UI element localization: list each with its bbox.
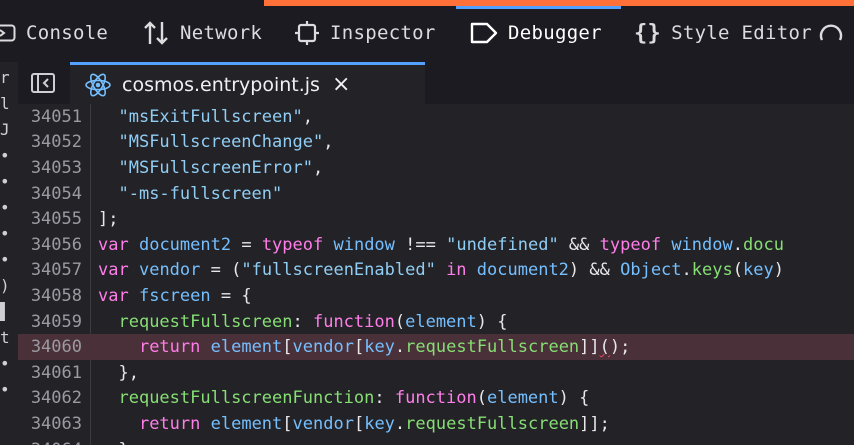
code-line[interactable]: 34052 "MSFullscreenChange",	[18, 130, 854, 156]
clipped-source-glyph: •	[0, 146, 10, 165]
tab-inspector[interactable]: Inspector	[294, 14, 436, 52]
clipped-source-glyph: t	[0, 328, 10, 347]
line-number[interactable]: 34055	[18, 209, 82, 229]
tab-network-label: Network	[180, 22, 263, 44]
clipped-source-glyph: •	[0, 224, 10, 243]
clipped-source-glyph: r	[0, 68, 10, 87]
code-text: "MSFullscreenChange",	[118, 132, 334, 153]
toggle-sidebar-icon[interactable]	[30, 71, 56, 95]
code-text: requestFullscreen: function(element) {	[118, 311, 508, 332]
clipped-source-glyph: •	[0, 198, 10, 217]
line-number[interactable]: 34054	[18, 184, 82, 204]
tab-overflow[interactable]	[818, 14, 844, 52]
line-number[interactable]: 34061	[18, 363, 82, 383]
code-text: },	[98, 440, 138, 445]
console-icon	[0, 22, 16, 44]
code-text: var document2 = typeof window !== "undef…	[98, 234, 784, 255]
line-number[interactable]: 34063	[18, 414, 82, 434]
code-line[interactable]: 34054 "-ms-fullscreen"	[18, 181, 854, 207]
network-icon	[142, 19, 170, 47]
tab-style-editor-label: Style Editor	[671, 22, 812, 44]
clipped-source-glyph: )	[0, 276, 10, 295]
tab-console[interactable]: Console	[0, 14, 108, 52]
sources-pane-clipped: r l J • • • • •) ▌ t • •	[0, 62, 19, 445]
tab-network[interactable]: Network	[142, 14, 262, 52]
line-number[interactable]: 34064	[18, 440, 82, 445]
clipped-source-glyph: •	[0, 380, 10, 399]
line-number[interactable]: 34052	[18, 132, 82, 152]
inspector-icon	[294, 20, 320, 46]
code-line[interactable]: 34055];	[18, 206, 854, 232]
code-text: requestFullscreenFunction: function(elem…	[118, 388, 590, 409]
devtools-toolbar: Console Network Inspector Debugger {} St…	[0, 0, 854, 63]
line-number[interactable]: 34062	[18, 388, 82, 408]
devtools-window: Console Network Inspector Debugger {} St…	[0, 0, 854, 445]
code-line[interactable]: 34061 },	[18, 360, 854, 386]
code-line[interactable]: 34062 requestFullscreenFunction: functio…	[18, 386, 854, 412]
code-text: var vendor = ("fullscreenEnabled" in doc…	[98, 260, 784, 281]
braces-icon: {}	[634, 20, 662, 46]
debugger-icon	[470, 21, 498, 45]
code-line[interactable]: 34051 "msExitFullscreen",	[18, 104, 854, 130]
code-text: "msExitFullscreen",	[118, 106, 313, 127]
clipped-source-glyph: •	[0, 250, 10, 269]
code-text: "-ms-fullscreen"	[118, 183, 283, 204]
code-text: },	[98, 362, 139, 383]
code-line[interactable]: 34056 var document2 = typeof window !== "…	[18, 232, 854, 258]
line-number[interactable]: 34058	[18, 286, 82, 306]
tab-style-editor[interactable]: {} Style Editor	[634, 14, 812, 52]
tab-console-label: Console	[26, 22, 109, 44]
tab-debugger-label: Debugger	[508, 22, 602, 44]
clipped-source-glyph: J	[0, 120, 10, 139]
line-number[interactable]: 34053	[18, 158, 82, 178]
code-line[interactable]: 34060 return element[vendor[key.requestF…	[18, 334, 854, 360]
source-tab-active[interactable]: cosmos.entrypoint.js ×	[70, 62, 425, 104]
source-tab-filename: cosmos.entrypoint.js	[122, 73, 320, 96]
line-number[interactable]: 34051	[18, 107, 82, 127]
clipped-source-glyph: l	[0, 94, 10, 113]
react-icon	[84, 71, 112, 99]
code-line[interactable]: 34057 var vendor = ("fullscreenEnabled" i…	[18, 258, 854, 284]
code-text: return element[vendor[key.requestFullscr…	[138, 413, 610, 434]
tab-debugger[interactable]: Debugger	[470, 14, 602, 52]
code-line[interactable]: 34059 requestFullscreen: function(elemen…	[18, 309, 854, 335]
close-icon[interactable]: ×	[332, 72, 350, 97]
selected-tab-indicator	[456, 6, 621, 9]
code-line[interactable]: 34058 var fscreen = {	[18, 283, 854, 309]
code-line[interactable]: 34063 return element[vendor[key.requestF…	[18, 411, 854, 437]
line-number[interactable]: 34057	[18, 260, 82, 280]
code-editor[interactable]: 34051 "msExitFullscreen", 34052 "MSFullsc…	[18, 104, 854, 445]
clipped-source-glyph: •	[0, 354, 10, 373]
code-line[interactable]: 34053 "MSFullscreenError",	[18, 155, 854, 181]
line-number[interactable]: 34056	[18, 235, 82, 255]
clipped-source-glyph: •	[0, 172, 10, 191]
line-number[interactable]: 34059	[18, 312, 82, 332]
clipped-source-glyph: ▌	[0, 302, 10, 321]
line-number[interactable]: 34060	[18, 337, 82, 357]
code-text: "MSFullscreenError",	[118, 157, 324, 178]
source-tab-bar: cosmos.entrypoint.js ×	[18, 62, 854, 105]
performance-icon	[818, 20, 844, 46]
code-text: var fscreen = {	[98, 285, 252, 306]
tab-inspector-label: Inspector	[330, 22, 436, 44]
code-text: ];	[98, 209, 119, 230]
code-line[interactable]: 34064 },	[18, 437, 854, 445]
code-text: return element[vendor[key.requestFullscr…	[138, 337, 631, 358]
